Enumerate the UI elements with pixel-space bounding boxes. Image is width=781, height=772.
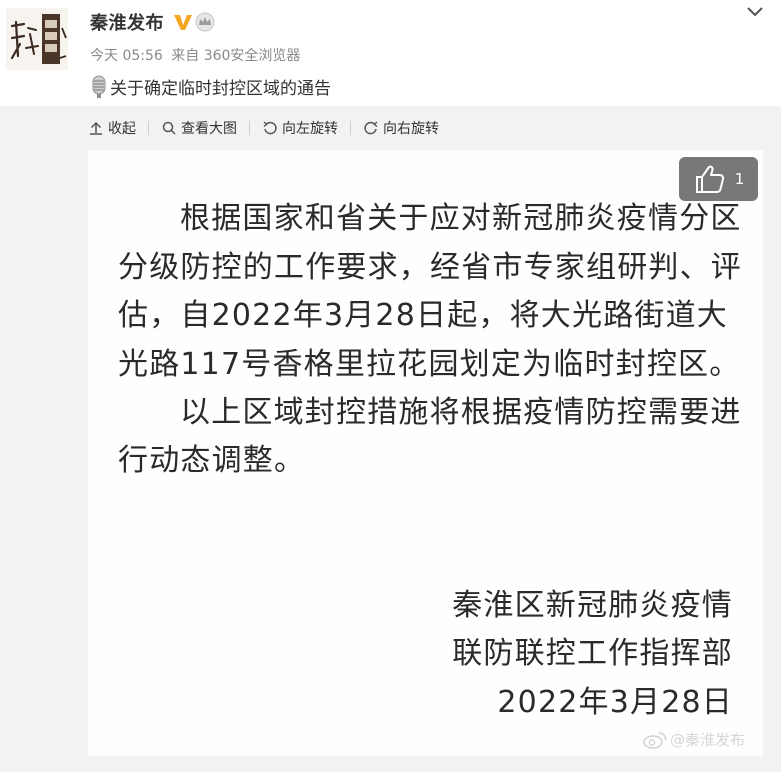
collapse-label: 收起 (108, 121, 136, 137)
rotate-right-icon (364, 121, 378, 135)
view-large-button[interactable]: 查看大图 (161, 118, 237, 138)
toolbar-divider (350, 121, 351, 135)
rotate-left-button[interactable]: 向左旋转 (262, 118, 338, 138)
toolbar-divider (249, 121, 250, 135)
rotate-right-label: 向右旋转 (383, 121, 439, 137)
verified-v-icon (174, 15, 192, 30)
like-button[interactable]: 1 (679, 157, 758, 201)
search-icon (162, 121, 176, 135)
notice-line: 光路117号香格里拉花园划定为临时封控区。 (118, 347, 741, 382)
username[interactable]: 秦淮发布 (90, 9, 164, 35)
post-time[interactable]: 今天 05:56 (90, 48, 163, 64)
collapse-icon (90, 121, 102, 135)
post-text: 关于确定临时封控区域的通告 (90, 74, 331, 99)
signature-line: 联防联控工作指挥部 (452, 636, 733, 671)
notice-image[interactable]: 根据国家和省关于应对新冠肺炎疫情分区 分级防控的工作要求，经省市专家组研判、评 … (88, 150, 763, 756)
crown-icon[interactable] (194, 11, 216, 33)
rotate-left-label: 向左旋转 (282, 121, 338, 137)
notice-line: 以上区域封控措施将根据疫情防控需要进 (180, 395, 742, 430)
chevron-down-icon[interactable] (744, 4, 766, 20)
toolbar-divider (148, 121, 149, 135)
weibo-logo-icon (643, 731, 667, 749)
collapse-button[interactable]: 收起 (88, 118, 136, 138)
weibo-watermark: @秦淮发布 (642, 729, 745, 750)
like-count: 1 (734, 170, 745, 188)
rotate-right-button[interactable]: 向右旋转 (363, 118, 439, 138)
view-large-label: 查看大图 (181, 121, 237, 137)
signature-line: 秦淮区新冠肺炎疫情 (452, 588, 733, 623)
media-toolbar: 收起 查看大图 向左旋转 向右旋转 (88, 116, 439, 140)
microphone-icon (92, 75, 106, 98)
post-title: 关于确定临时封控区域的通告 (110, 79, 331, 99)
post-header: 秦淮发布 今天 05:56 来自 360安全浏览器 关于确定临时封控区域的通告 (0, 0, 781, 106)
notice-line: 估，自2022年3月28日起，将大光路街道大 (118, 298, 729, 333)
avatar[interactable] (6, 8, 68, 70)
thumbs-up-icon (695, 165, 724, 193)
watermark-text: @秦淮发布 (670, 731, 746, 749)
notice-line: 根据国家和省关于应对新冠肺炎疫情分区 (180, 201, 742, 236)
notice-line: 分级防控的工作要求，经省市专家组研判、评 (118, 250, 742, 285)
post-source[interactable]: 来自 360安全浏览器 (171, 48, 300, 64)
rotate-left-icon (263, 121, 277, 135)
signature-date: 2022年3月28日 (497, 685, 733, 720)
post-meta: 今天 05:56 来自 360安全浏览器 (90, 45, 304, 65)
notice-line: 行动态调整。 (118, 443, 306, 478)
